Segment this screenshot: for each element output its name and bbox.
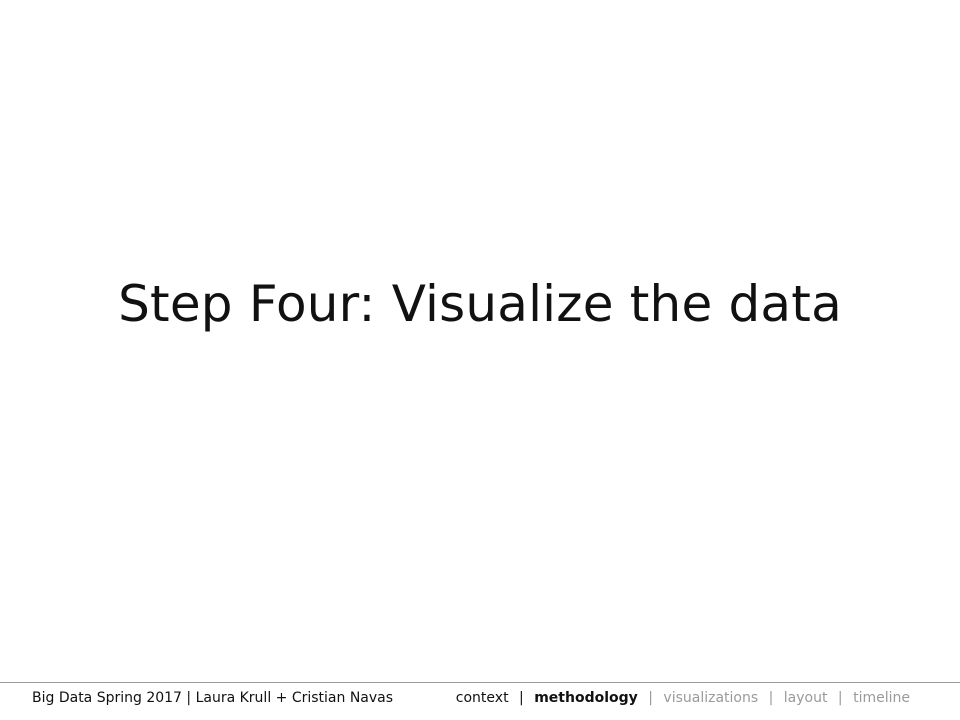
slide-title: Step Four: Visualize the data [118, 275, 842, 333]
nav-item-methodology[interactable]: methodology [534, 690, 638, 706]
nav-separator: | [837, 690, 843, 706]
slide-footer: Big Data Spring 2017 | Laura Krull + Cri… [0, 686, 960, 710]
nav-separator: | [768, 690, 774, 706]
footer-divider [0, 682, 960, 683]
nav-item-visualizations[interactable]: visualizations [663, 690, 758, 706]
nav-separator: | [519, 690, 524, 706]
nav-item-layout[interactable]: layout [784, 690, 828, 706]
nav-item-context[interactable]: context [456, 690, 509, 706]
nav-separator: | [648, 690, 653, 706]
footer-credit: Big Data Spring 2017 | Laura Krull + Cri… [32, 690, 394, 706]
nav-item-timeline[interactable]: timeline [853, 690, 910, 706]
section-nav: context | methodology | visualizations |… [456, 686, 910, 710]
